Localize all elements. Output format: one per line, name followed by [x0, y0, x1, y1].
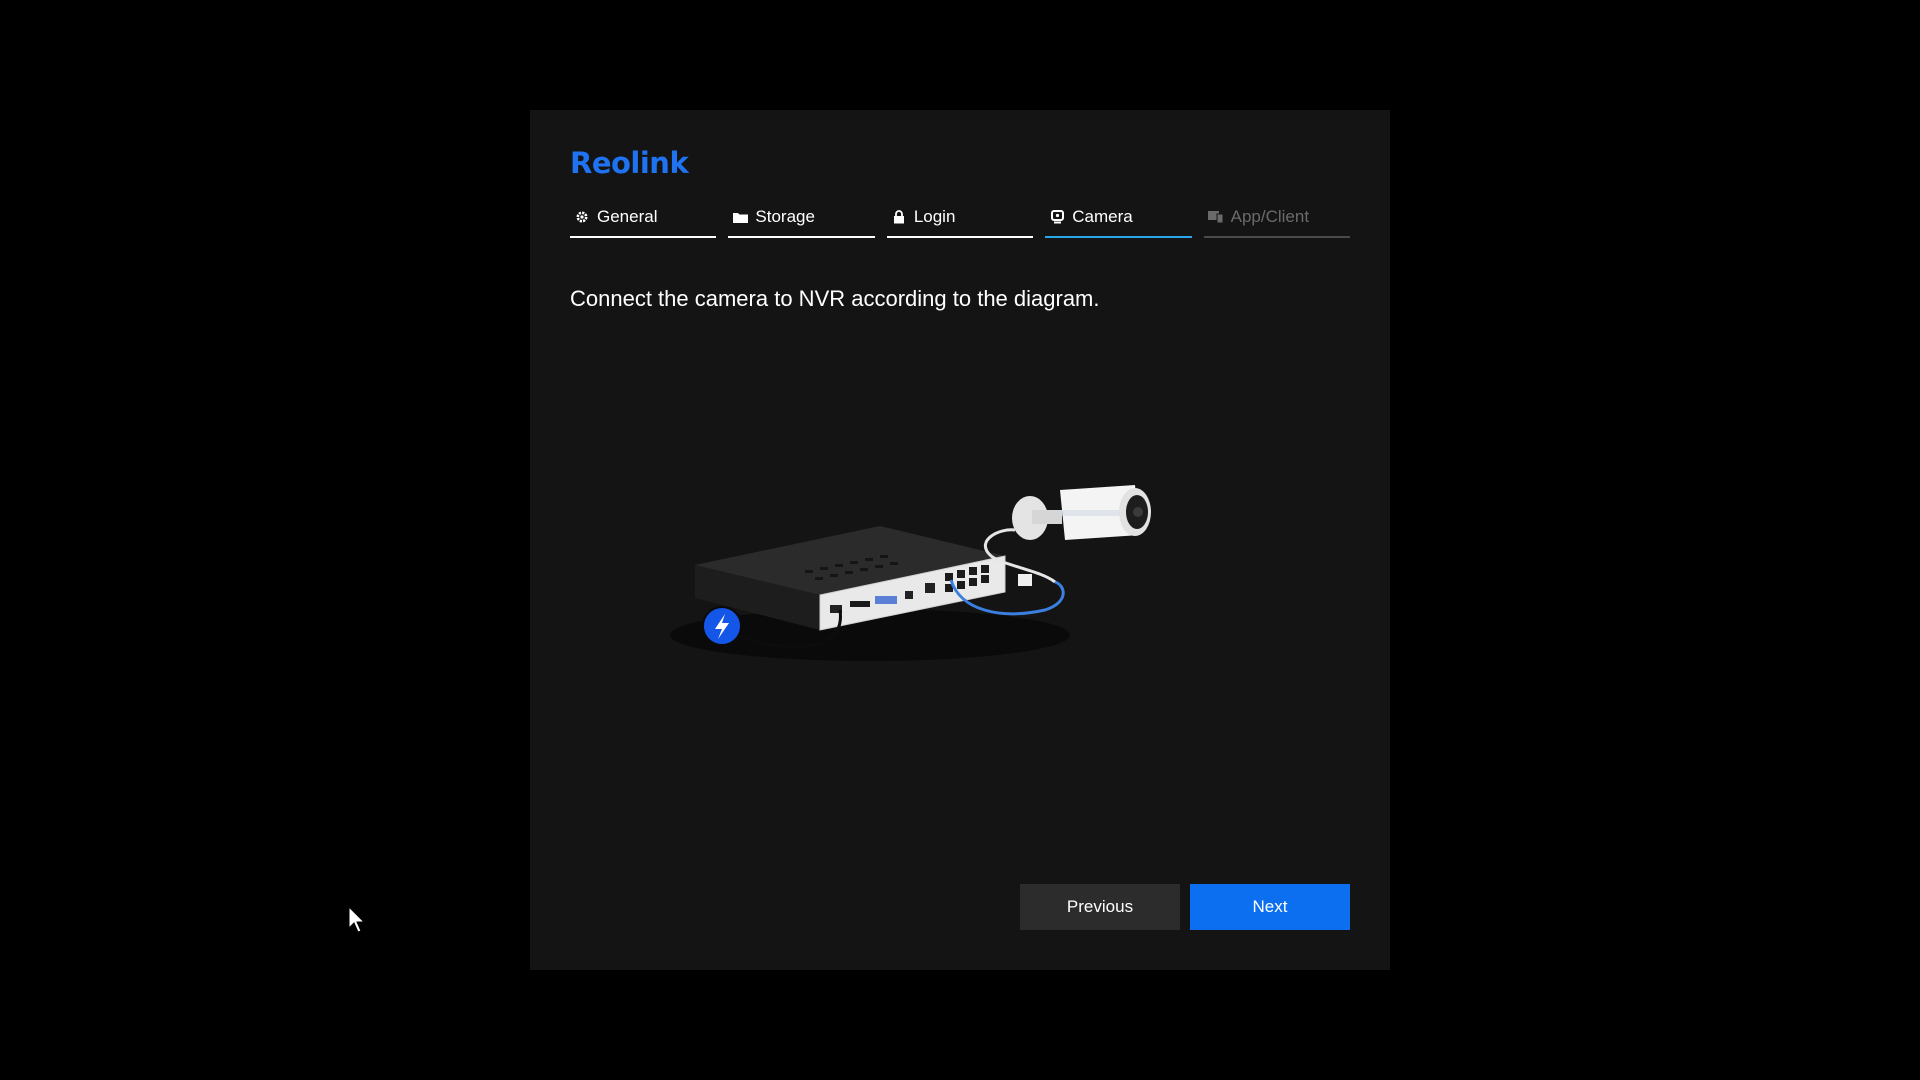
tab-app-client[interactable]: App/Client: [1203, 204, 1351, 238]
wizard-steps: General Storage Login Camera App/Client: [570, 204, 1351, 238]
tab-label: Storage: [755, 207, 815, 226]
lock-icon: [891, 204, 907, 230]
reolink-logo: Reolink: [570, 146, 689, 180]
tab-label: Login: [913, 207, 956, 226]
folder-icon: [732, 204, 748, 230]
tab-label: General: [597, 207, 658, 226]
mouse-cursor-icon: [348, 906, 366, 933]
cable-connector: [1018, 574, 1032, 586]
bullet-camera: [1012, 485, 1151, 540]
devices-icon: [1207, 204, 1224, 230]
tab-camera[interactable]: Camera: [1045, 204, 1192, 238]
nvr-camera-connection-diagram: [670, 485, 1151, 661]
power-badge: [702, 606, 742, 646]
gear-icon: [574, 204, 590, 230]
tab-label: Camera: [1072, 207, 1133, 226]
next-button[interactable]: Next: [1190, 884, 1350, 930]
tab-label: App/Client: [1230, 207, 1310, 226]
camera-icon: [1049, 204, 1065, 230]
tab-general[interactable]: General: [570, 204, 717, 238]
tab-storage[interactable]: Storage: [728, 204, 875, 238]
previous-button[interactable]: Previous: [1020, 884, 1180, 930]
instruction-heading: Connect the camera to NVR according to t…: [570, 286, 1100, 311]
tab-login[interactable]: Login: [886, 204, 1034, 238]
setup-wizard-dialog: Reolink General Storage Login Camera App…: [530, 110, 1390, 970]
